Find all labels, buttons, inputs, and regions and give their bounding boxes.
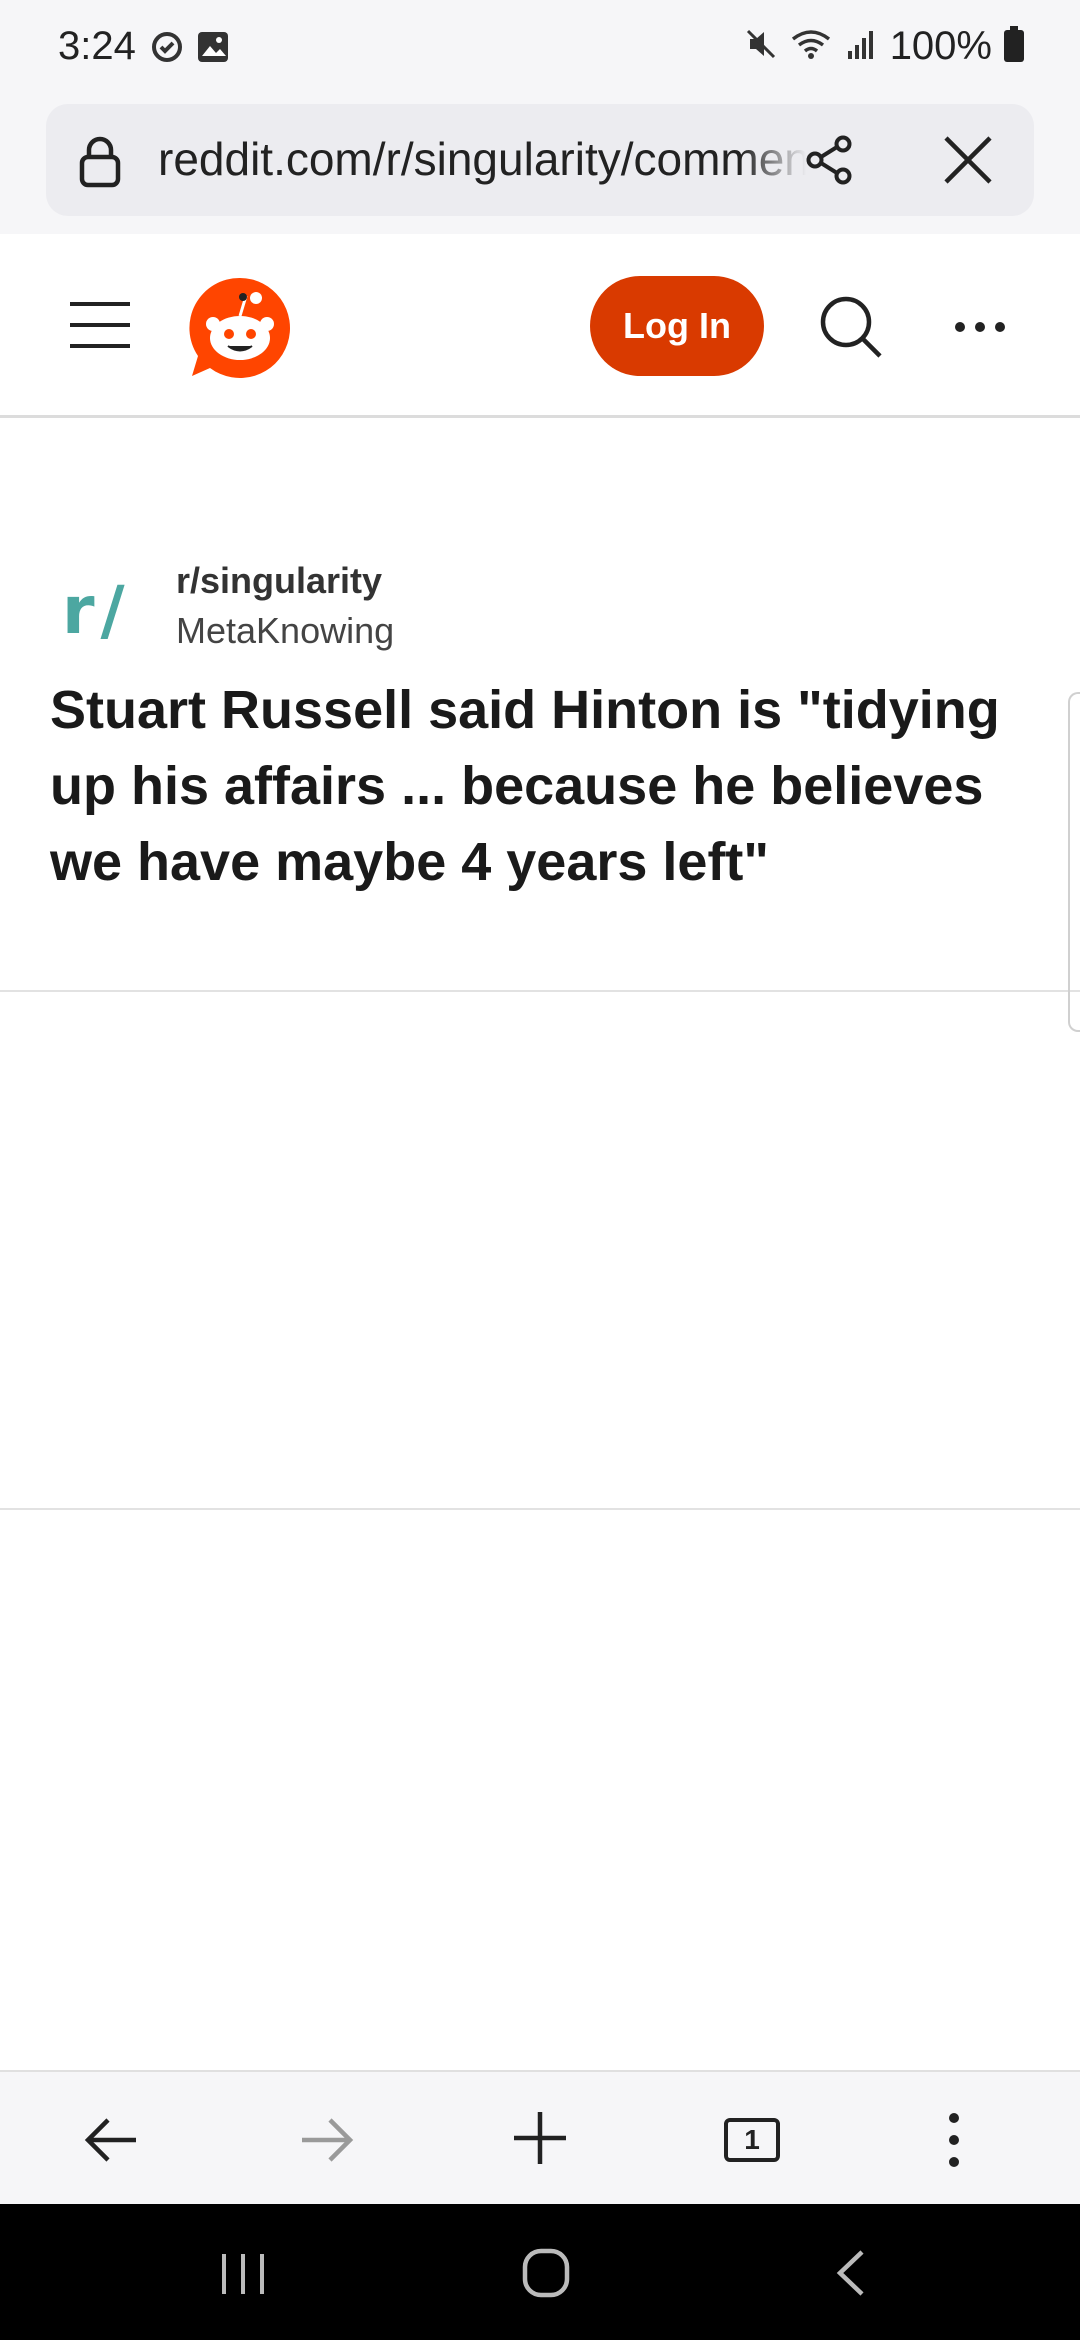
system-nav-bar	[0, 2204, 1080, 2340]
sync-icon	[150, 30, 184, 69]
battery-icon	[1004, 26, 1024, 67]
wifi-icon	[790, 27, 832, 66]
author-link[interactable]: MetaKnowing	[176, 610, 394, 652]
browser-toolbar: 1	[0, 2070, 1080, 2204]
reddit-header: Log In	[0, 238, 1080, 418]
image-icon	[196, 30, 230, 69]
battery-level: 100%	[889, 24, 992, 68]
nav-back-icon[interactable]	[834, 2248, 868, 2303]
tabs-icon[interactable]: 1	[724, 2118, 780, 2162]
url-text[interactable]: reddit.com/r/singularity/comments	[158, 132, 806, 188]
signal-icon	[844, 27, 878, 66]
status-bar: 3:24 100%	[0, 0, 1080, 100]
divider	[0, 1508, 1080, 1510]
url-bar[interactable]: reddit.com/r/singularity/comments	[46, 104, 1034, 216]
mute-icon	[744, 27, 778, 66]
share-icon[interactable]	[804, 134, 856, 191]
hamburger-icon[interactable]	[70, 300, 130, 355]
home-icon[interactable]	[522, 2248, 570, 2303]
status-time: 3:24	[58, 24, 136, 68]
search-icon[interactable]	[818, 294, 884, 365]
scroll-handle[interactable]	[1068, 692, 1080, 1032]
subreddit-icon[interactable]: r/	[62, 572, 131, 649]
kebab-menu-icon[interactable]	[948, 2112, 960, 2173]
recent-apps-icon[interactable]	[220, 2252, 266, 2301]
browser-url-area: reddit.com/r/singularity/comments	[0, 100, 1080, 338]
lock-icon[interactable]	[78, 134, 122, 193]
reddit-logo-icon[interactable]	[188, 276, 292, 385]
post-meta: r/ r/singularity MetaKnowing	[0, 540, 1080, 660]
plus-icon[interactable]	[512, 2110, 568, 2171]
subreddit-link[interactable]: r/singularity	[176, 560, 382, 602]
back-arrow-icon[interactable]	[84, 2112, 140, 2173]
divider	[0, 990, 1080, 992]
more-icon[interactable]	[954, 320, 1006, 338]
post-title: Stuart Russell said Hinton is "tidying u…	[50, 680, 1000, 892]
close-icon[interactable]	[942, 134, 994, 191]
forward-arrow-icon[interactable]	[298, 2112, 354, 2173]
login-button[interactable]: Log In	[590, 276, 764, 376]
